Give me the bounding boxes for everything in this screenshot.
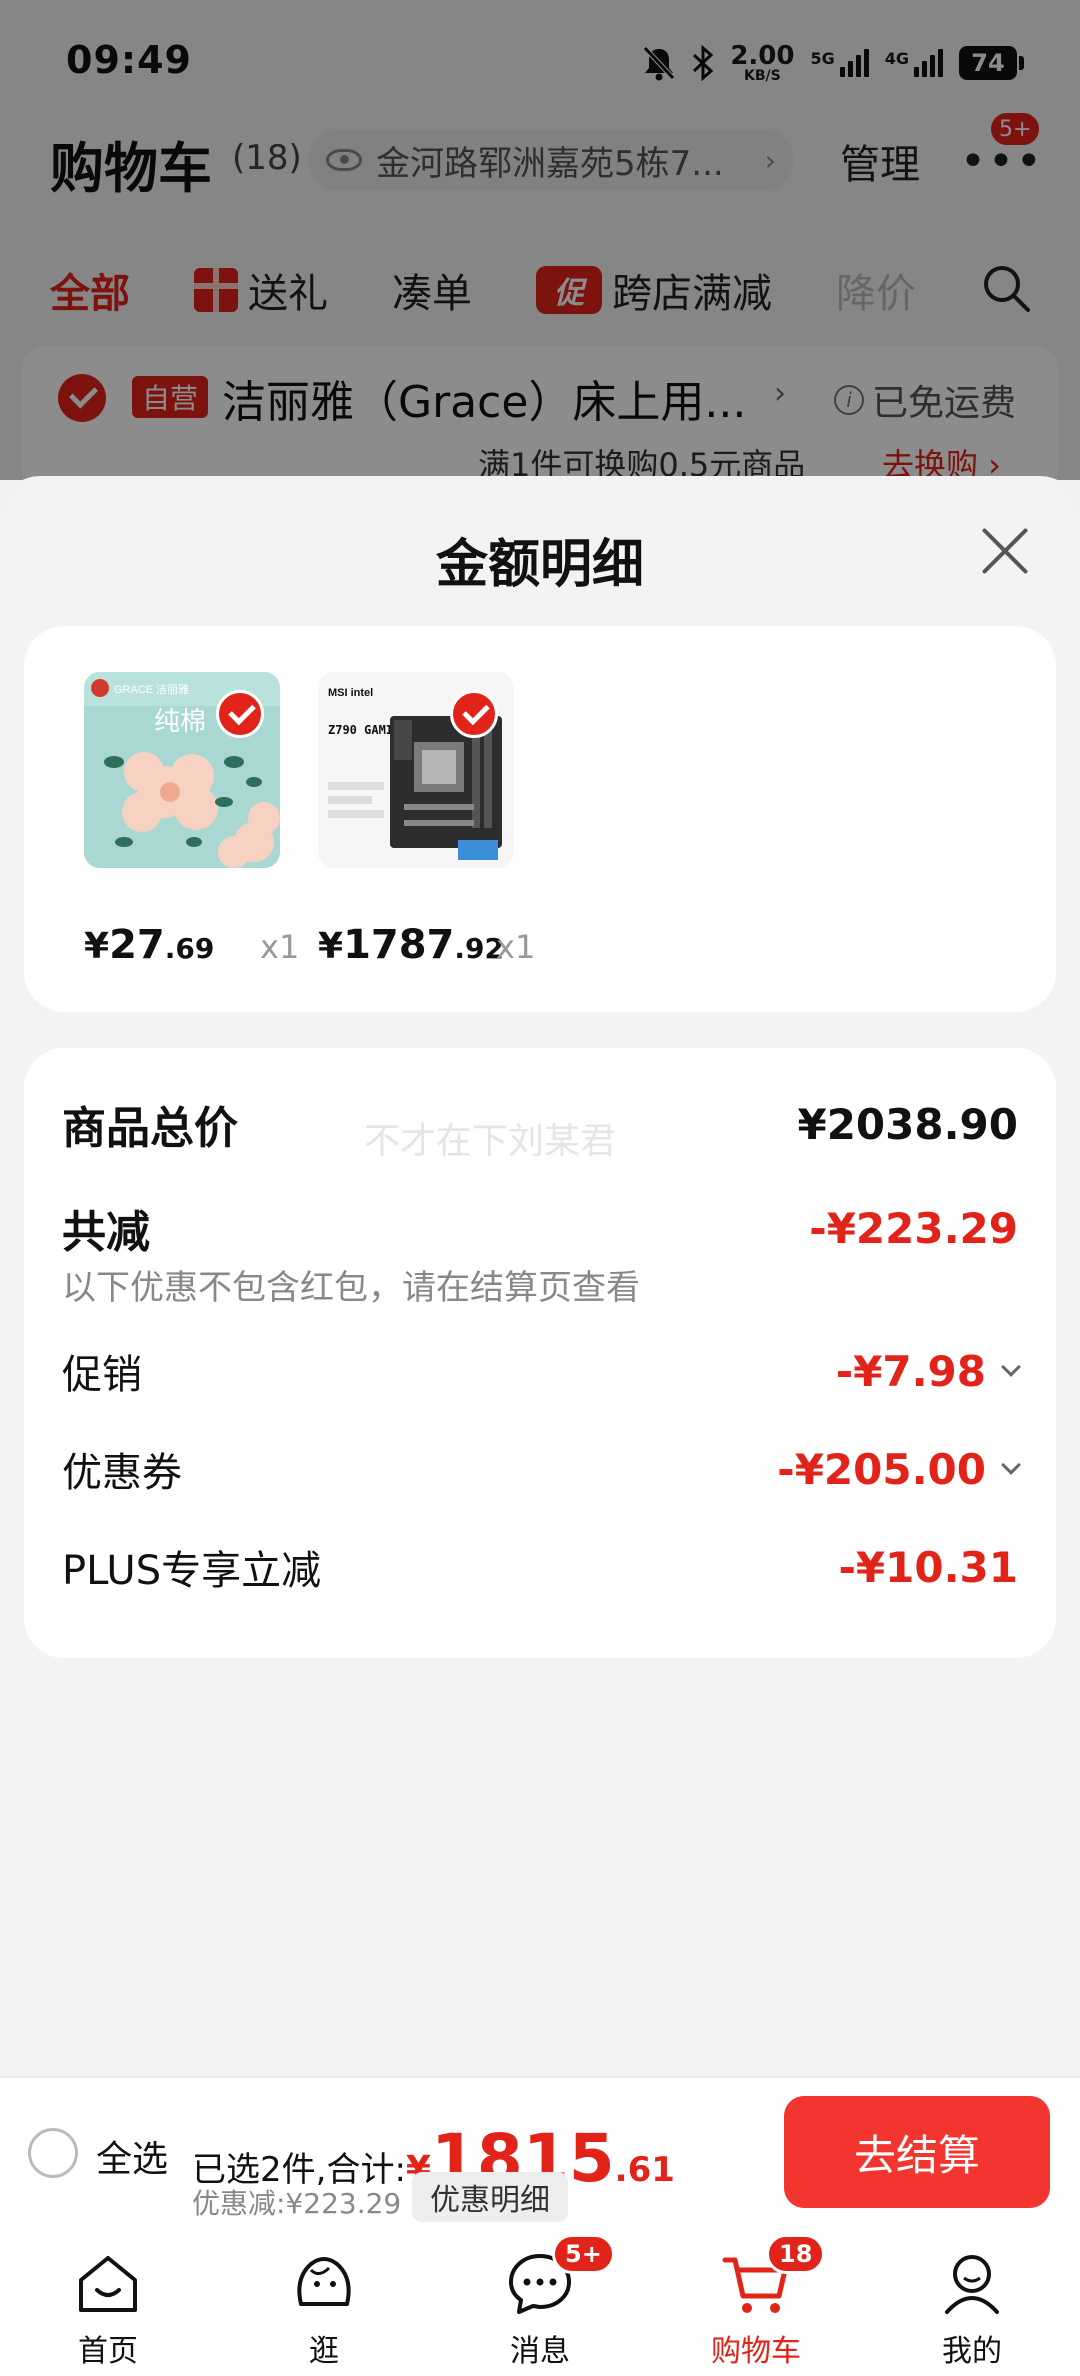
- coupon-label: 优惠券: [62, 1450, 182, 1496]
- close-icon[interactable]: [978, 524, 1032, 578]
- profile-icon: [945, 2255, 999, 2314]
- tab-browse[interactable]: 逛: [216, 2226, 432, 2376]
- tab-home[interactable]: 首页: [0, 2226, 216, 2376]
- discount-detail-button[interactable]: 优惠明细: [412, 2172, 568, 2222]
- pillowcase-thumbnail: GRACE 洁丽雅 纯棉: [84, 672, 280, 868]
- thumb-brand-text: MSI intel: [328, 687, 373, 699]
- discount-text: 优惠减:¥223.29: [192, 2187, 402, 2220]
- tab-label: 逛: [309, 2334, 339, 2369]
- product-qty: x1: [260, 928, 300, 966]
- product-price: ¥27.69: [84, 922, 214, 968]
- home-icon: [79, 2256, 137, 2312]
- total-value: ¥2038.90: [797, 1099, 1018, 1149]
- tab-label: 我的: [942, 2334, 1002, 2369]
- thumb-badge-text: 纯棉: [154, 707, 206, 737]
- tab-label: 首页: [78, 2334, 138, 2369]
- coupon-value: -¥205.00: [777, 1444, 986, 1494]
- chevron-down-icon: [1001, 1357, 1021, 1377]
- price-currency: ¥: [318, 926, 344, 967]
- bottom-tab-bar: 首页 逛 消息 5+ 购物车 18 我的: [0, 2226, 1080, 2376]
- total-label: 商品总价: [62, 1103, 238, 1154]
- tab-messages[interactable]: 消息 5+: [432, 2226, 648, 2376]
- chevron-down-icon: [1001, 1455, 1021, 1475]
- checkout-bar: 全选 已选2件,合计: ¥1815.61 优惠减:¥223.29 优惠明细 去结算: [0, 2076, 1080, 2226]
- message-badge: 5+: [552, 2234, 615, 2274]
- product-item[interactable]: MSI intel Z790 GAMING PLUS WIFI: [318, 672, 535, 968]
- product-checked-icon: [216, 690, 264, 738]
- dim-overlay[interactable]: [0, 0, 1080, 480]
- coupon-row[interactable]: 优惠券 -¥205.00: [62, 1440, 1021, 1498]
- price-int: 27: [109, 922, 165, 968]
- promo-row[interactable]: 促销 -¥7.98: [62, 1342, 1021, 1400]
- sheet-title: 金额明细: [435, 535, 644, 595]
- amount-detail-sheet: 金额明细 GRACE 洁丽雅 纯棉 ¥27.69 x1 MSI intel Z7…: [0, 476, 1080, 2076]
- price-int: 1787: [343, 922, 455, 968]
- product-qty: x1: [496, 928, 536, 966]
- plus-row: PLUS专享立减 -¥10.31: [62, 1538, 1018, 1596]
- reduce-row: 共减 -¥223.29: [62, 1196, 1018, 1260]
- promo-label: 促销: [62, 1352, 142, 1398]
- plus-value: -¥10.31: [838, 1542, 1018, 1592]
- total-dec: .61: [614, 2150, 675, 2190]
- price-dec: .69: [164, 932, 215, 965]
- browse-icon: [297, 2257, 351, 2306]
- cart-badge: 18: [766, 2234, 826, 2274]
- promo-value: -¥7.98: [835, 1346, 986, 1396]
- select-all-checkbox[interactable]: [28, 2128, 78, 2178]
- discount-note: 以下优惠不包含红包，请在结算页查看: [62, 1268, 640, 1308]
- plus-label: PLUS专享立减: [62, 1548, 322, 1594]
- product-checked-icon: [450, 690, 498, 738]
- tab-cart[interactable]: 购物车 18: [648, 2226, 864, 2376]
- product-item[interactable]: GRACE 洁丽雅 纯棉 ¥27.69 x1: [84, 672, 299, 968]
- reduce-label: 共减: [62, 1207, 150, 1258]
- reduce-value: -¥223.29: [809, 1203, 1018, 1253]
- checkout-button[interactable]: 去结算: [784, 2096, 1050, 2208]
- summary-card: 不才在下刘某君 商品总价 ¥2038.90 共减 -¥223.29 以下优惠不包…: [24, 1048, 1056, 1658]
- total-row: 商品总价 ¥2038.90: [62, 1092, 1018, 1156]
- price-currency: ¥: [84, 926, 110, 967]
- tab-profile[interactable]: 我的: [864, 2226, 1080, 2376]
- thumb-brand-text: GRACE 洁丽雅: [114, 682, 189, 696]
- product-price: ¥1787.92: [318, 922, 504, 968]
- select-all-label[interactable]: 全选: [96, 2130, 168, 2182]
- tab-label: 消息: [510, 2334, 570, 2369]
- tab-label: 购物车: [711, 2334, 801, 2369]
- motherboard-thumbnail: MSI intel Z790 GAMING PLUS WIFI: [318, 672, 514, 868]
- products-card: GRACE 洁丽雅 纯棉 ¥27.69 x1 MSI intel Z790 GA…: [24, 626, 1056, 1012]
